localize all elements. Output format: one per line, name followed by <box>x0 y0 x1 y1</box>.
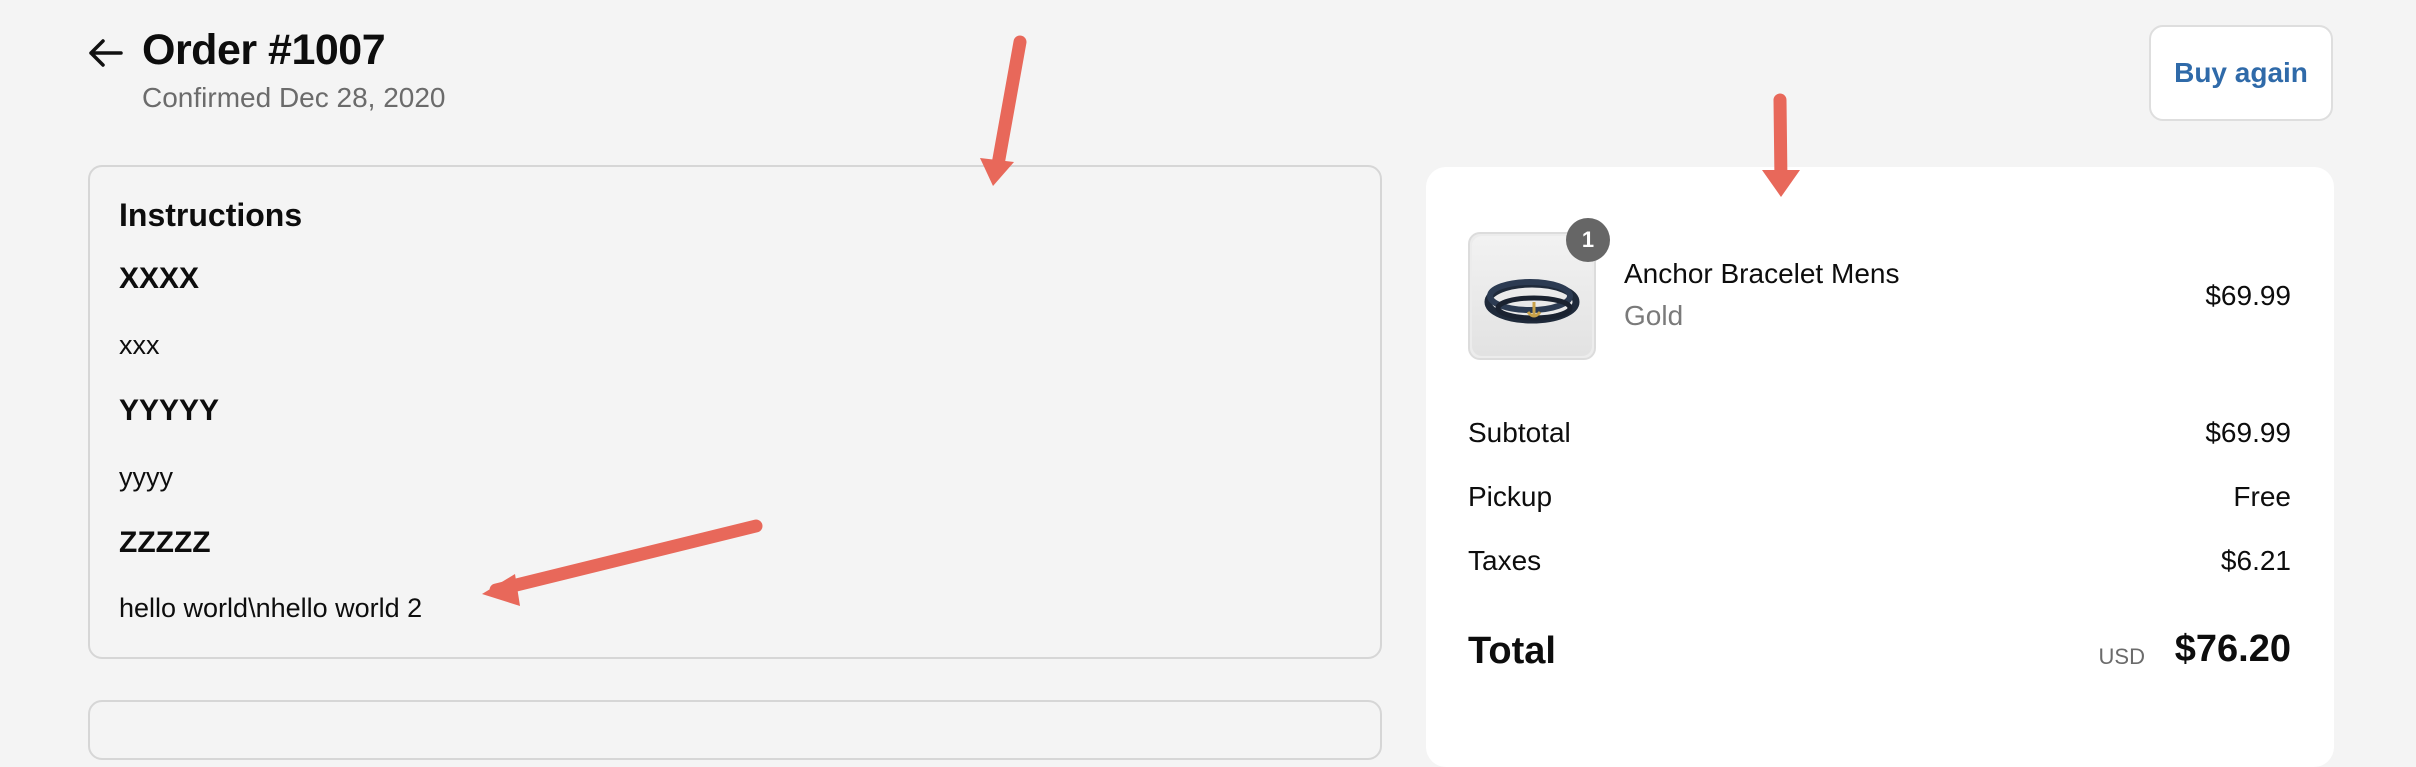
annotation-arrows <box>482 35 1800 606</box>
annotation-arrow-icon <box>489 35 1788 597</box>
